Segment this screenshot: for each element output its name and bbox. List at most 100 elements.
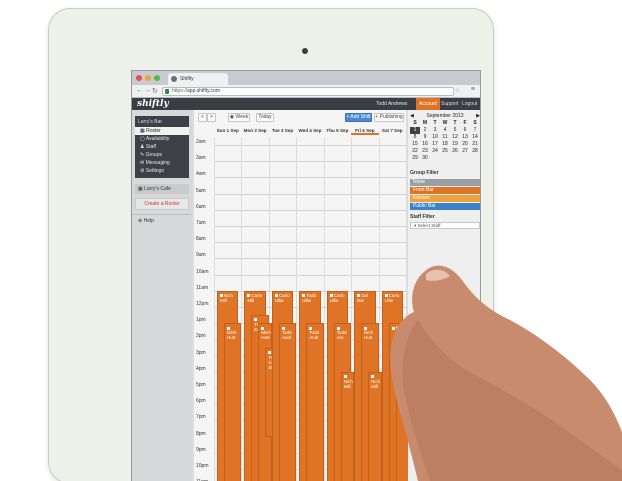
shift-checkbox[interactable]: [281, 326, 285, 330]
day-header-4[interactable]: Thu 5 Sep: [324, 127, 351, 135]
address-bar[interactable]: https://app.shiftly.com: [162, 87, 454, 96]
time-label: 3pm: [196, 349, 206, 356]
staff-select[interactable]: ▾ Select Staff: [410, 222, 480, 229]
hour-line: [214, 177, 406, 179]
shift-checkbox[interactable]: [274, 294, 278, 298]
mini-date[interactable]: 1: [410, 127, 420, 134]
shift-block[interactable]: Nich Mill: [340, 371, 355, 481]
group-filter-item[interactable]: Public Bar: [410, 203, 480, 210]
shift-checkbox[interactable]: [398, 375, 402, 379]
shift-block[interactable]: Nich Mill: [368, 371, 382, 481]
shift-checkbox[interactable]: [357, 294, 361, 298]
day-header-3[interactable]: Wed 4 Sep: [296, 127, 323, 135]
mini-date[interactable]: 14: [470, 134, 480, 141]
shift-block[interactable]: Todd Andr: [278, 323, 297, 481]
publishing-button[interactable]: + Publishing: [374, 113, 404, 122]
mini-date[interactable]: 30: [420, 155, 430, 162]
mini-date[interactable]: 17: [430, 141, 440, 148]
mini-date[interactable]: 16: [420, 141, 430, 148]
next-week-button[interactable]: >: [207, 113, 216, 122]
browser-menu-icon[interactable]: ≡: [471, 86, 475, 93]
nav-support[interactable]: Support: [438, 98, 462, 110]
prev-month-icon[interactable]: ◀: [410, 113, 414, 119]
day-header-0[interactable]: Sun 1 Sep: [214, 127, 241, 135]
nav-account[interactable]: Account: [416, 98, 441, 110]
shiftly-logo[interactable]: shiftly: [137, 98, 169, 110]
shift-block[interactable]: Todd Andr: [306, 323, 324, 481]
mini-date[interactable]: 28: [470, 148, 480, 155]
prev-week-button[interactable]: <: [198, 113, 207, 122]
shift-checkbox[interactable]: [343, 375, 347, 379]
time-label: 5am: [196, 187, 206, 194]
sidebar-item-roster[interactable]: ▦ Roster: [135, 127, 189, 135]
help-link[interactable]: ⊕ Help: [132, 214, 192, 227]
mini-date[interactable]: 9: [420, 134, 430, 141]
view-select[interactable]: ◉ Week: [228, 113, 250, 122]
sidebar-item-groups[interactable]: ✎ Groups: [135, 151, 189, 159]
bookmark-star-icon[interactable]: ☆: [455, 87, 460, 94]
sidebar-item-staff[interactable]: ♟ Staff: [135, 143, 189, 151]
day-header-2[interactable]: Tue 3 Sep: [269, 127, 296, 135]
next-month-icon[interactable]: ▶: [476, 113, 480, 119]
maximize-window-button[interactable]: [154, 75, 160, 81]
mini-date[interactable]: 4: [440, 127, 450, 134]
shift-checkbox[interactable]: [261, 326, 265, 330]
mini-date[interactable]: 8: [410, 134, 420, 141]
close-window-button[interactable]: [136, 75, 142, 81]
shift-checkbox[interactable]: [302, 294, 306, 298]
sidebar-item-messaging[interactable]: ✉ Messaging: [135, 159, 189, 167]
shift-checkbox[interactable]: [329, 294, 333, 298]
shift-checkbox[interactable]: [309, 326, 313, 330]
sidebar-item-settings[interactable]: ⚙ Settings: [135, 167, 189, 175]
forward-arrow-icon[interactable]: →: [144, 87, 151, 94]
back-arrow-icon[interactable]: ←: [136, 87, 143, 94]
cafe-venue-link[interactable]: ▦ Larry's Cafe: [135, 184, 189, 194]
add-shift-button[interactable]: + Add Shift: [345, 113, 372, 122]
mini-date[interactable]: 21: [470, 141, 480, 148]
mini-date[interactable]: 15: [410, 141, 420, 148]
browser-tab[interactable]: Shiftly: [168, 73, 228, 85]
today-button[interactable]: Today: [256, 113, 274, 122]
nav-logout[interactable]: Logout: [459, 98, 480, 110]
shift-checkbox[interactable]: [227, 326, 230, 330]
shift-block[interactable]: Mich Hutt: [224, 323, 242, 481]
mini-date[interactable]: 29: [410, 155, 420, 162]
mini-date[interactable]: 12: [450, 134, 460, 141]
mini-date[interactable]: 26: [450, 148, 460, 155]
shift-checkbox[interactable]: [247, 294, 251, 298]
group-filter-item[interactable]: Kitchen: [410, 195, 480, 202]
mini-date[interactable]: 11: [440, 134, 450, 141]
reload-icon[interactable]: ↻: [152, 87, 158, 95]
mini-date[interactable]: 2: [420, 127, 430, 134]
mini-date[interactable]: 6: [460, 127, 470, 134]
mini-date[interactable]: 7: [470, 127, 480, 134]
mini-date[interactable]: 10: [430, 134, 440, 141]
sidebar-item-availability[interactable]: ▢ Availability: [135, 135, 189, 143]
group-filter-item[interactable]: Front Bar: [410, 187, 480, 194]
minimize-window-button[interactable]: [145, 75, 151, 81]
mini-date[interactable]: 5: [450, 127, 460, 134]
mini-date[interactable]: 22: [410, 148, 420, 155]
mini-date[interactable]: 3: [430, 127, 440, 134]
mini-date[interactable]: 24: [430, 148, 440, 155]
mini-date[interactable]: 20: [460, 141, 470, 148]
shift-checkbox[interactable]: [364, 326, 368, 330]
shift-checkbox[interactable]: [336, 326, 340, 330]
day-header-5[interactable]: Fri 6 Sep: [351, 127, 379, 135]
mini-date[interactable]: 27: [460, 148, 470, 155]
shift-checkbox[interactable]: [384, 294, 388, 298]
shift-checkbox[interactable]: [220, 294, 223, 298]
shift-checkbox[interactable]: [371, 375, 375, 379]
shift-checkbox[interactable]: [391, 326, 395, 330]
mini-date[interactable]: 25: [440, 148, 450, 155]
mini-date[interactable]: 23: [420, 148, 430, 155]
mini-date[interactable]: 18: [440, 141, 450, 148]
day-header-6[interactable]: Sat 7 Sep: [379, 127, 406, 135]
create-roster-button[interactable]: Create a Roster: [135, 198, 189, 210]
mini-date[interactable]: 13: [460, 134, 470, 141]
shift-checkbox[interactable]: [254, 318, 258, 322]
day-header-1[interactable]: Mon 2 Sep: [241, 127, 268, 135]
shift-block[interactable]: Nich Hy Mill: [395, 371, 409, 481]
group-filter-item[interactable]: None: [410, 179, 480, 186]
mini-date[interactable]: 19: [450, 141, 460, 148]
